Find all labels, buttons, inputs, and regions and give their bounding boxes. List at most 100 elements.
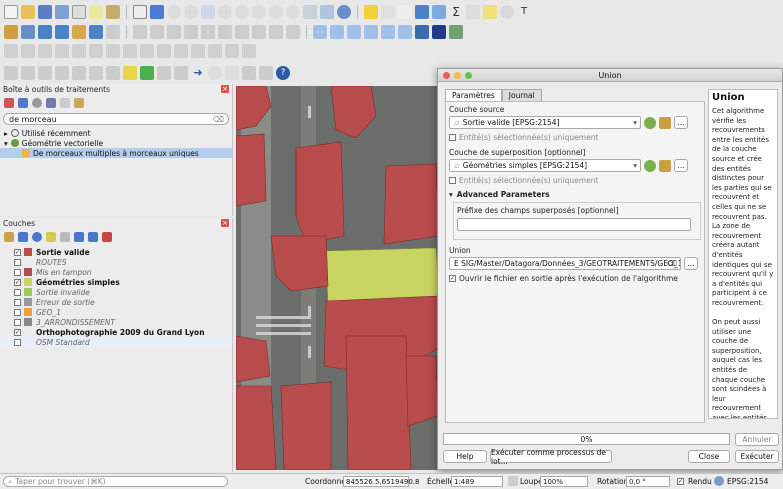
style-icon[interactable] [4,232,14,242]
paste-icon[interactable] [252,25,266,39]
statistics-icon[interactable]: Σ [449,5,463,19]
field-calc-icon[interactable] [157,66,171,80]
filter-legend-icon[interactable] [60,232,70,242]
clear-icon[interactable]: ⌫ [213,115,224,124]
measure-icon[interactable] [466,5,480,19]
open-project-icon[interactable] [21,5,35,19]
save-as-icon[interactable] [55,5,69,19]
temporal-icon[interactable] [320,5,334,19]
plugin-icon[interactable] [432,25,446,39]
zoom-last-icon[interactable] [269,5,283,19]
select-value-icon[interactable] [21,66,35,80]
layout-manager-icon[interactable] [89,5,103,19]
zoom-full-icon[interactable] [201,5,215,19]
new-layer-icon[interactable] [106,25,120,39]
add-csv-icon[interactable] [55,25,69,39]
zoom-field[interactable]: 100% [540,476,588,487]
deselect-icon[interactable] [398,5,412,19]
label-change-icon[interactable] [398,25,412,39]
copy-icon[interactable] [235,25,249,39]
zoom-in-icon[interactable] [167,5,181,19]
digitize-12-icon[interactable] [191,44,205,58]
tab-parameters[interactable]: Paramètres [445,89,502,101]
select-icon[interactable] [381,5,395,19]
layer-row[interactable]: GEO_1 [0,307,232,317]
magnifier-icon[interactable] [208,66,222,80]
refresh-icon[interactable] [337,5,351,19]
iterate-icon[interactable] [644,159,656,172]
add-raster-icon[interactable] [38,25,52,39]
label-pin-icon[interactable] [330,25,344,39]
layer-visibility-checkbox[interactable] [14,338,21,346]
add-spatialite-icon[interactable] [72,25,86,39]
select-location-icon[interactable] [55,66,69,80]
layer-row[interactable]: ✓ Géométries simples [0,277,232,287]
layer-visibility-checkbox[interactable] [14,298,21,306]
label-show-icon[interactable] [347,25,361,39]
output-browse-button[interactable]: … [684,257,698,270]
digitize-15-icon[interactable] [242,44,256,58]
select-rect-icon[interactable] [123,66,137,80]
vertex-icon[interactable] [242,66,256,80]
window-zoom-icon[interactable] [465,72,472,79]
digitize-7-icon[interactable] [106,44,120,58]
digitize-8-icon[interactable] [123,44,137,58]
georeferencer-icon[interactable] [140,66,154,80]
history-icon[interactable] [32,98,42,108]
iterate-icon[interactable] [644,116,656,129]
map-tips-icon[interactable] [483,5,497,19]
locator-search[interactable]: ⌕ Taper pour trouver (⌘K) [3,476,228,487]
zoom-next-icon[interactable] [286,5,300,19]
open-output-checkbox[interactable]: ✓ [449,275,456,282]
undo-icon[interactable] [269,25,283,39]
layer-row[interactable]: 3_ARRONDISSEMENT [0,317,232,327]
overlay-combo[interactable]: ▱ Géométries simples [EPSG:2154] ▾ [449,159,641,172]
identify-icon[interactable] [364,5,378,19]
select-invert-icon[interactable] [106,66,120,80]
add-feature-icon[interactable] [167,25,181,39]
close-icon[interactable]: × [221,85,229,93]
tab-log[interactable]: Journal [501,89,542,101]
digitize-11-icon[interactable] [174,44,188,58]
source-selected-only[interactable]: Entité(s) sélectionnée(s) uniquement [449,133,701,142]
select-features-icon[interactable] [4,66,18,80]
zoom-native-icon[interactable] [252,5,266,19]
layer-visibility-checkbox[interactable]: ✓ [14,278,21,286]
remove-layer-icon[interactable] [102,232,112,242]
layer-row[interactable]: OSM Standard [0,337,232,347]
source-browse-button[interactable]: … [674,116,688,129]
sync-icon[interactable] [449,25,463,39]
collapse-icon[interactable] [88,232,98,242]
clear-icon[interactable]: ⌫ [666,259,677,268]
tools-icon[interactable] [259,66,273,80]
annotation-icon[interactable] [500,5,514,19]
layer-visibility-checkbox[interactable] [14,258,21,266]
options-icon[interactable] [74,98,84,108]
python-icon[interactable] [415,25,429,39]
crs-label[interactable]: EPSG:2154 [727,477,768,486]
layer-visibility-checkbox[interactable] [14,268,21,276]
pan-icon[interactable] [133,5,147,19]
pan-to-selection-icon[interactable] [150,5,164,19]
close-icon[interactable]: × [221,219,229,227]
edit-features-icon[interactable] [60,98,70,108]
expand-icon[interactable] [74,232,84,242]
layer-row[interactable]: ✓ Sortie valide [0,247,232,257]
save-icon[interactable] [38,5,52,19]
layer-row[interactable]: ✓ Orthophotographie 2009 du Grand Lyon [0,327,232,337]
digitize-3-icon[interactable] [38,44,52,58]
layer-row[interactable]: ROUTES [0,257,232,267]
layer-row[interactable]: Erreur de sortie [0,297,232,307]
layer-visibility-checkbox[interactable]: ✓ [14,328,21,336]
digitize-1-icon[interactable] [4,44,18,58]
render-checkbox[interactable]: ✓ [677,478,684,485]
digitize-13-icon[interactable] [208,44,222,58]
visibility-icon[interactable] [32,232,42,242]
redo-icon[interactable] [286,25,300,39]
window-close-icon[interactable] [443,72,450,79]
add-vector-icon[interactable] [21,25,35,39]
batch-button[interactable]: Exécuter comme processus de lot... [490,448,612,466]
layer-visibility-checkbox[interactable] [14,308,21,316]
pencil-icon[interactable] [133,25,147,39]
digitize-5-icon[interactable] [72,44,86,58]
